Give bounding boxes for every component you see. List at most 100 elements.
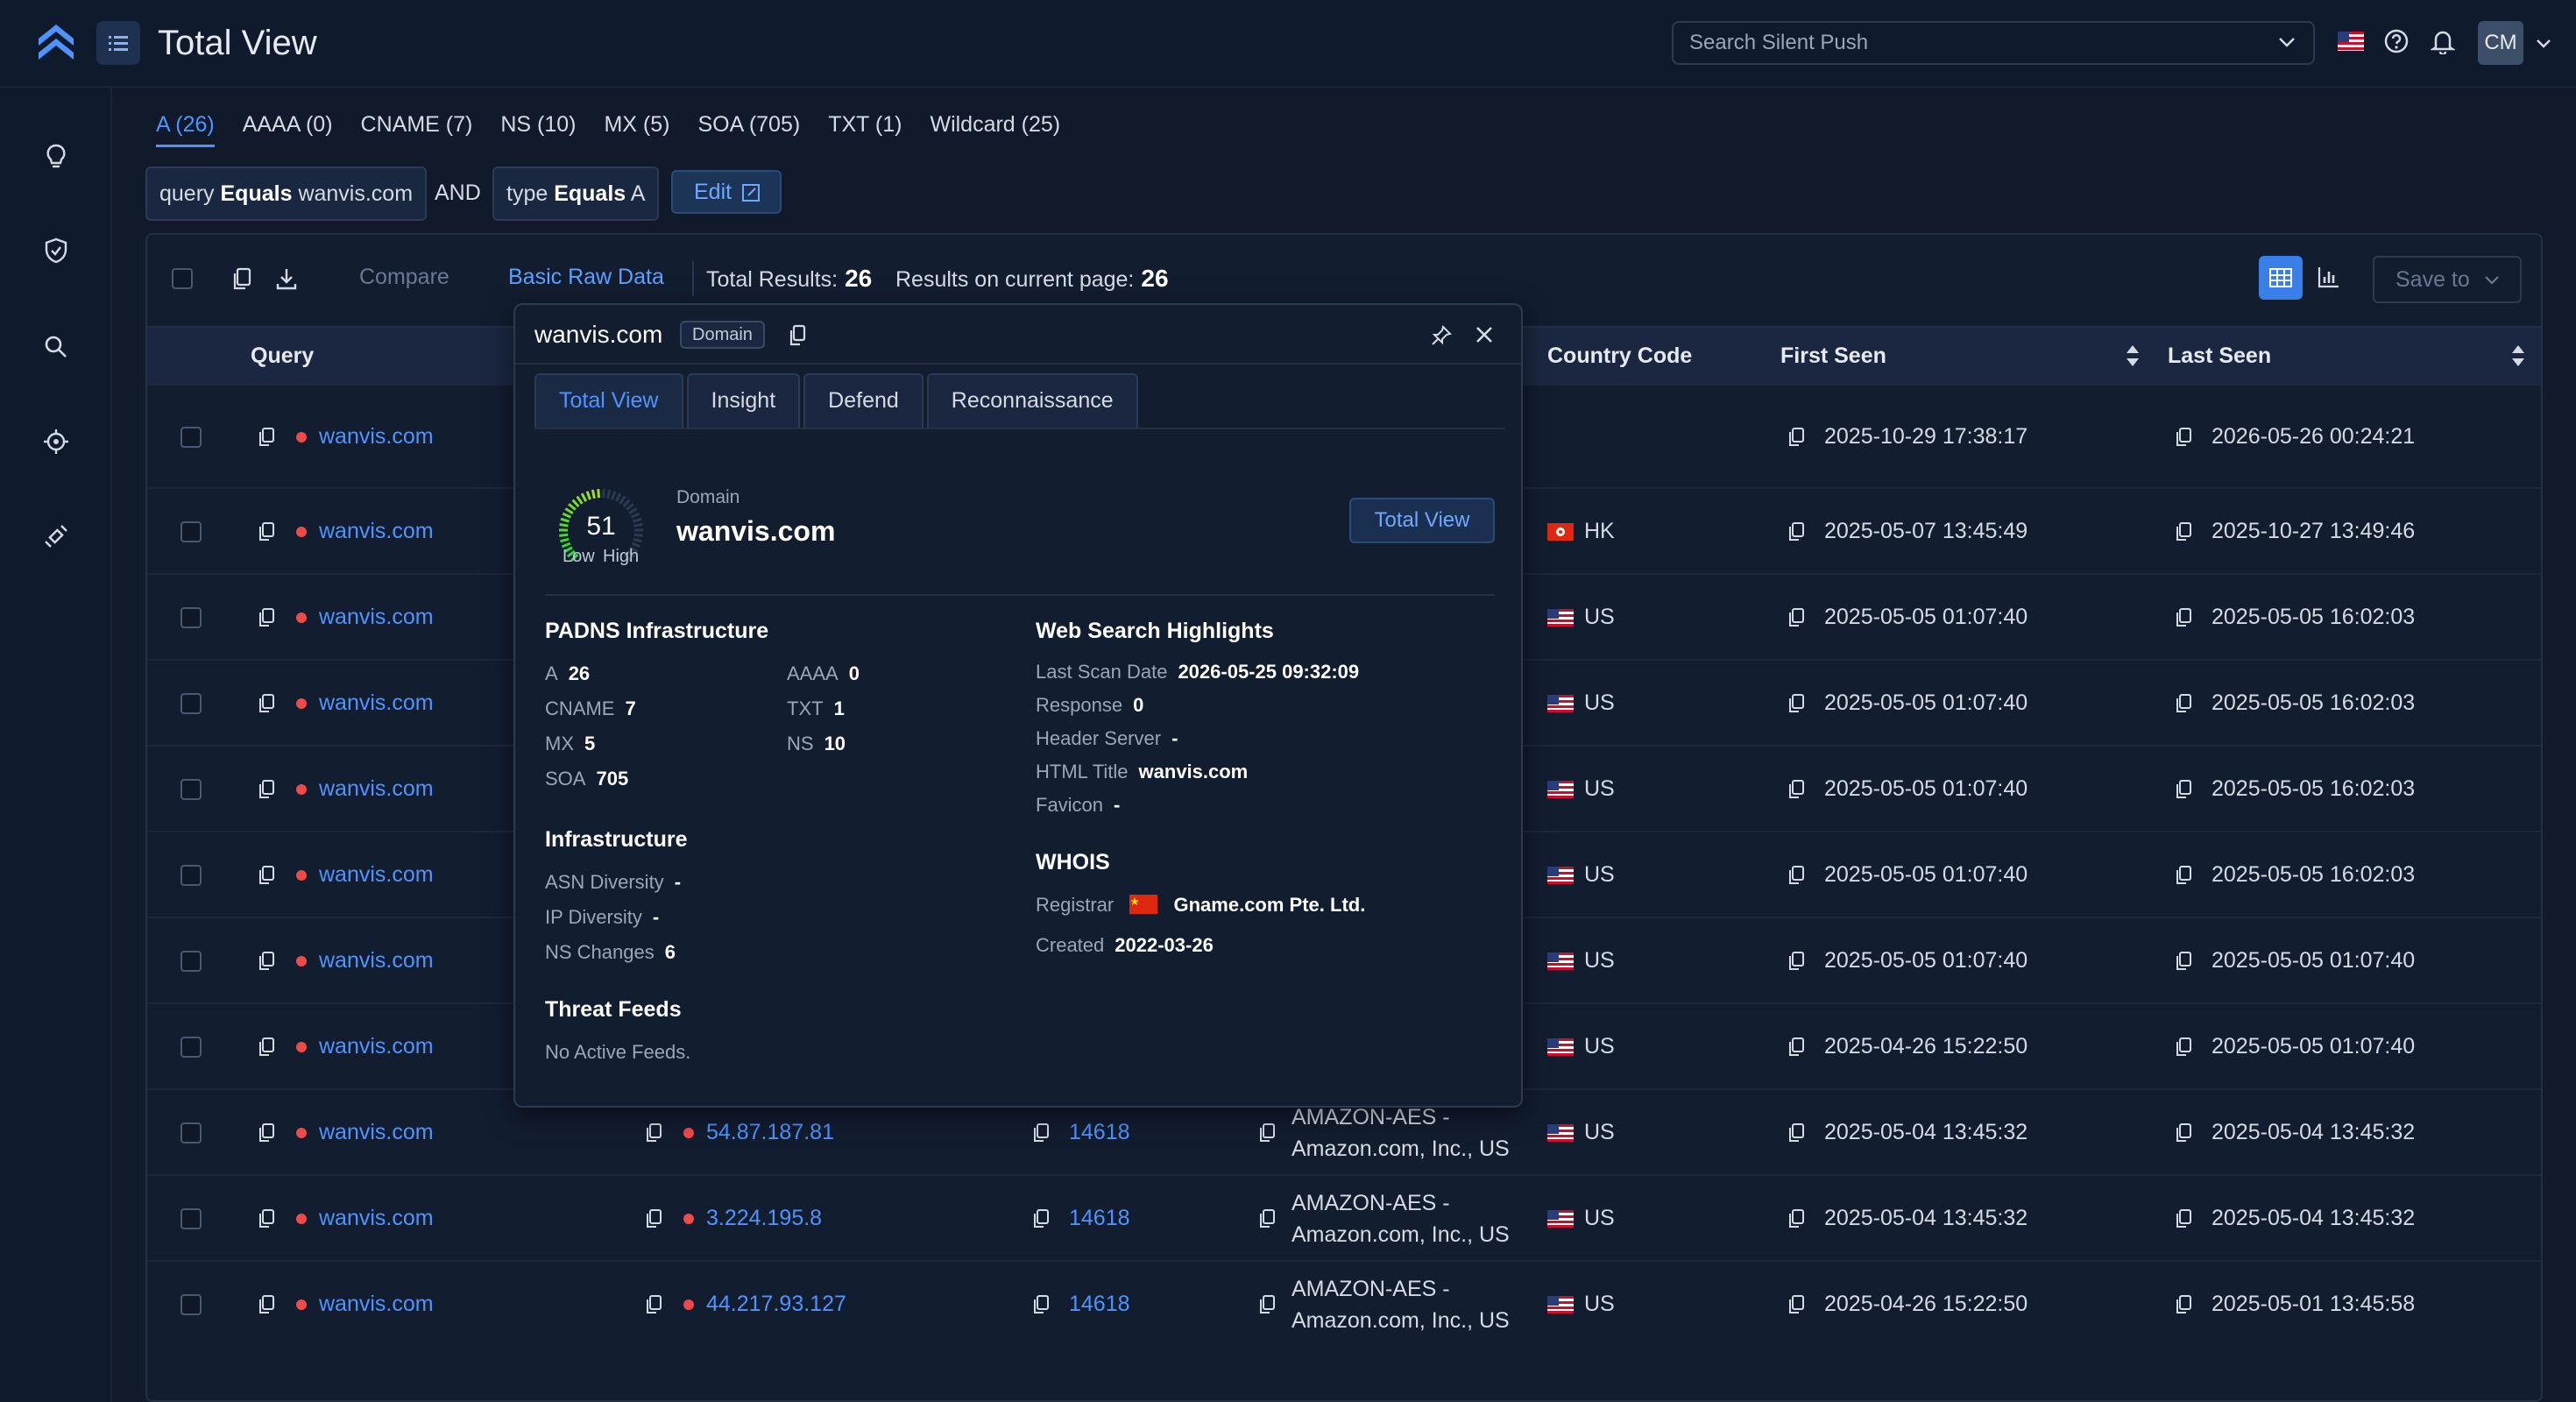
avatar[interactable]: CM: [2478, 21, 2523, 65]
query-link[interactable]: wanvis.com: [319, 1034, 434, 1059]
query-link[interactable]: wanvis.com: [319, 424, 434, 450]
ip-link[interactable]: 54.87.187.81: [706, 1120, 834, 1145]
ip-link[interactable]: 3.224.195.8: [706, 1206, 822, 1231]
copy-icon[interactable]: [2175, 607, 2192, 628]
copy-icon[interactable]: [258, 865, 275, 886]
help-icon[interactable]: [2383, 28, 2410, 54]
tab-defend[interactable]: Defend: [803, 373, 924, 428]
shield-check-icon[interactable]: [42, 237, 70, 265]
copy-icon[interactable]: [1787, 607, 1805, 628]
sort-icon[interactable]: [2509, 342, 2527, 370]
copy-icon[interactable]: [1787, 951, 1805, 972]
copy-icon[interactable]: [2175, 1037, 2192, 1058]
copy-icon[interactable]: [258, 1294, 275, 1315]
copy-icon[interactable]: [2175, 779, 2192, 800]
bar-chart-icon[interactable]: [2317, 265, 2341, 289]
copy-icon[interactable]: [1787, 865, 1805, 886]
copy-icon[interactable]: [1787, 779, 1805, 800]
ip-link[interactable]: 44.217.93.127: [706, 1292, 846, 1317]
query-link[interactable]: wanvis.com: [319, 605, 434, 630]
copy-icon[interactable]: [2175, 951, 2192, 972]
copy-icon[interactable]: [258, 1208, 275, 1229]
query-link[interactable]: wanvis.com: [319, 776, 434, 802]
copy-icon[interactable]: [2175, 865, 2192, 886]
row-checkbox[interactable]: [180, 779, 202, 800]
header-first-seen[interactable]: First Seen: [1780, 343, 1886, 369]
copy-icon[interactable]: [258, 607, 275, 628]
query-link[interactable]: wanvis.com: [319, 1292, 434, 1317]
row-checkbox[interactable]: [180, 607, 202, 628]
copy-icon[interactable]: [258, 1037, 275, 1058]
pin-icon[interactable]: [1430, 324, 1453, 347]
basic-raw-data-button[interactable]: Basic Raw Data: [508, 265, 664, 290]
query-link[interactable]: wanvis.com: [319, 690, 434, 716]
copy-icon[interactable]: [231, 266, 252, 291]
copy-icon[interactable]: [2175, 1294, 2192, 1315]
copy-icon[interactable]: [258, 779, 275, 800]
copy-icon[interactable]: [2175, 693, 2192, 714]
header-country-code[interactable]: Country Code: [1547, 343, 1692, 369]
sort-icon[interactable]: [2124, 342, 2141, 370]
tab-wildcard[interactable]: Wildcard (25): [930, 112, 1060, 147]
row-checkbox[interactable]: [180, 1037, 202, 1058]
edit-filters-button[interactable]: Edit: [671, 170, 782, 214]
copy-icon[interactable]: [258, 521, 275, 542]
us-flag-icon[interactable]: [2338, 32, 2364, 51]
copy-icon[interactable]: [258, 427, 275, 448]
copy-icon[interactable]: [1258, 1122, 1276, 1144]
query-link[interactable]: wanvis.com: [319, 862, 434, 888]
copy-icon[interactable]: [2175, 1122, 2192, 1144]
row-checkbox[interactable]: [180, 1208, 202, 1229]
query-link[interactable]: wanvis.com: [319, 1120, 434, 1145]
tab-a[interactable]: A (26): [156, 112, 215, 147]
copy-icon[interactable]: [2175, 521, 2192, 542]
satellite-icon[interactable]: [42, 522, 70, 550]
copy-icon[interactable]: [258, 1122, 275, 1144]
copy-icon[interactable]: [2175, 1208, 2192, 1229]
copy-icon[interactable]: [1787, 1294, 1805, 1315]
copy-icon[interactable]: [1032, 1294, 1050, 1315]
query-link[interactable]: wanvis.com: [319, 519, 434, 544]
copy-icon[interactable]: [1258, 1208, 1276, 1229]
chevron-down-icon[interactable]: [2534, 33, 2553, 53]
header-last-seen[interactable]: Last Seen: [2168, 343, 2271, 369]
global-search[interactable]: [1672, 21, 2315, 65]
query-link[interactable]: wanvis.com: [319, 948, 434, 974]
copy-icon[interactable]: [1032, 1122, 1050, 1144]
crosshair-icon[interactable]: [42, 428, 70, 456]
search-input[interactable]: [1689, 23, 2250, 63]
menu-toggle-button[interactable]: [96, 21, 140, 65]
asn-link[interactable]: 14618: [1069, 1292, 1130, 1317]
tab-reconnaissance[interactable]: Reconnaissance: [926, 373, 1138, 428]
row-checkbox[interactable]: [180, 865, 202, 886]
save-to-dropdown[interactable]: Save to: [2373, 256, 2522, 303]
row-checkbox[interactable]: [180, 1294, 202, 1315]
copy-icon[interactable]: [645, 1208, 662, 1229]
copy-icon[interactable]: [645, 1294, 662, 1315]
tab-txt[interactable]: TXT (1): [828, 112, 902, 147]
copy-icon[interactable]: [1787, 1122, 1805, 1144]
row-checkbox[interactable]: [180, 1122, 202, 1144]
tab-insight[interactable]: Insight: [686, 373, 801, 428]
tab-aaaa[interactable]: AAAA (0): [243, 112, 333, 147]
tab-mx[interactable]: MX (5): [604, 112, 669, 147]
copy-icon[interactable]: [1787, 521, 1805, 542]
filter-chip-query[interactable]: query Equals wanvis.com: [145, 166, 428, 221]
lightbulb-icon[interactable]: [42, 142, 70, 170]
copy-icon[interactable]: [2175, 427, 2192, 448]
compare-button[interactable]: Compare: [359, 265, 449, 290]
query-link[interactable]: wanvis.com: [319, 1206, 434, 1231]
asn-link[interactable]: 14618: [1069, 1120, 1130, 1145]
search-icon[interactable]: [42, 333, 70, 361]
copy-icon[interactable]: [1787, 1208, 1805, 1229]
copy-icon[interactable]: [1787, 427, 1805, 448]
row-checkbox[interactable]: [180, 693, 202, 714]
copy-icon[interactable]: [1258, 1294, 1276, 1315]
copy-icon[interactable]: [1787, 1037, 1805, 1058]
tab-ns[interactable]: NS (10): [500, 112, 576, 147]
table-view-button[interactable]: [2259, 256, 2303, 300]
select-all-checkbox[interactable]: [172, 268, 193, 289]
row-checkbox[interactable]: [180, 951, 202, 972]
chevron-down-icon[interactable]: [2276, 32, 2297, 53]
tab-total-view[interactable]: Total View: [534, 373, 683, 428]
